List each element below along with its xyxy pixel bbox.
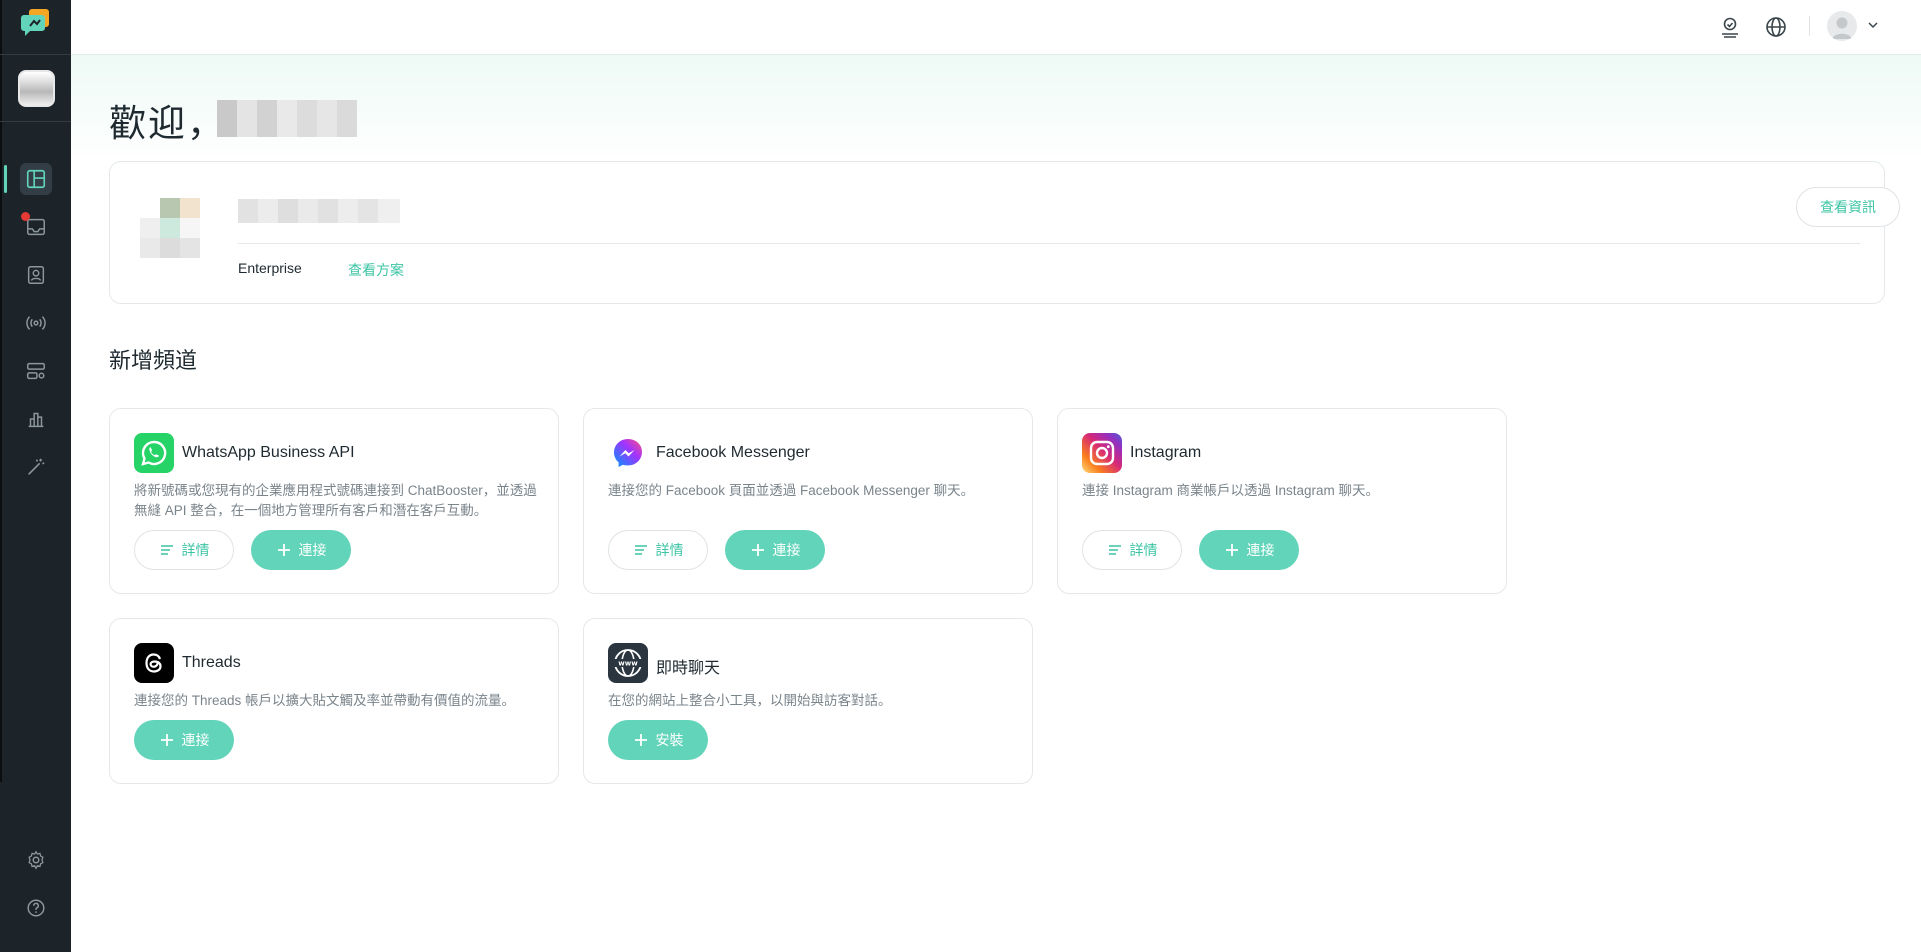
- www-globe-icon: www: [608, 643, 648, 683]
- top-bar-separator: [1809, 16, 1810, 36]
- channel-card-instagram: Instagram 連接 Instagram 商業帳戶以透過 Instagram…: [1057, 408, 1507, 594]
- details-label: 詳情: [655, 542, 684, 558]
- plus-icon: [633, 732, 649, 748]
- plan-label: Enterprise: [238, 260, 302, 276]
- channel-name: Instagram: [1130, 444, 1202, 461]
- welcome-heading: 歡迎，: [109, 103, 226, 144]
- organization-logo: [140, 198, 202, 260]
- plus-icon: [276, 542, 292, 558]
- channel-name: Facebook Messenger: [656, 444, 810, 461]
- connect-button[interactable]: 連接: [725, 530, 825, 570]
- install-label: 安裝: [655, 732, 684, 748]
- channel-name: Threads: [182, 654, 241, 671]
- help-icon: [27, 899, 45, 917]
- view-plan-link[interactable]: 查看方案: [348, 260, 404, 280]
- app-logo-icon[interactable]: [20, 6, 52, 38]
- add-channel-title: 新增頻道: [109, 348, 198, 373]
- sidebar-item-analytics[interactable]: [20, 403, 52, 435]
- plus-icon: [159, 732, 175, 748]
- channel-name: WhatsApp Business API: [182, 444, 355, 461]
- channel-description: 連接 Instagram 商業帳戶以透過 Instagram 聊天。: [1082, 483, 1380, 498]
- instagram-icon: [1082, 433, 1122, 473]
- agent-status-button[interactable]: [1715, 12, 1745, 42]
- organization-name-redacted: [238, 199, 400, 223]
- channel-name: 即時聊天: [656, 660, 721, 677]
- channel-card-messenger: Facebook Messenger 連接您的 Facebook 頁面並透過 F…: [583, 408, 1033, 594]
- details-button[interactable]: 詳情: [134, 530, 234, 570]
- user-avatar[interactable]: [1827, 11, 1857, 41]
- plus-icon: [1224, 542, 1240, 558]
- contacts-icon: [27, 266, 45, 284]
- magic-wand-icon: [28, 458, 45, 475]
- inbox-notification-badge: [21, 212, 30, 221]
- sidebar-item-automation[interactable]: [20, 355, 52, 387]
- list-icon: [1107, 542, 1123, 558]
- sidebar-item-dashboard[interactable]: [20, 163, 52, 195]
- details-label: 詳情: [1129, 542, 1158, 558]
- channel-description: 連接您的 Threads 帳戶以擴大貼文觸及率並帶動有價值的流量。: [134, 693, 516, 708]
- analytics-icon: [28, 412, 44, 428]
- organization-card: Enterprise 查看方案 查看資訊: [109, 161, 1900, 304]
- view-info-button[interactable]: 查看資訊: [1796, 187, 1900, 227]
- sidebar-item-ai-tools[interactable]: [20, 451, 52, 483]
- channel-card-live-chat: www 即時聊天 在您的網站上整合小工具，以開始與訪客對話。 安裝: [583, 618, 1033, 784]
- connect-button[interactable]: 連接: [1199, 530, 1299, 570]
- channel-card-whatsapp: WhatsApp Business API 將新號碼或您現有的企業應用程式號碼連…: [109, 408, 559, 594]
- sidebar-divider: [0, 121, 71, 122]
- gear-icon: [28, 850, 44, 870]
- sidebar-edge: [0, 0, 2, 782]
- main-content: 歡迎， Enterprise 查看方案 查看資訊 新增頻道 WhatsApp B…: [71, 55, 1921, 952]
- install-button[interactable]: 安裝: [608, 720, 708, 760]
- sidebar: [0, 0, 71, 952]
- details-button[interactable]: 詳情: [1082, 530, 1182, 570]
- messenger-icon: [608, 433, 648, 473]
- agent-status-icon: [1722, 17, 1738, 38]
- dashboard-icon: [26, 169, 46, 189]
- sidebar-item-help[interactable]: [20, 892, 52, 924]
- divider: [238, 243, 1860, 244]
- language-button[interactable]: [1761, 12, 1791, 42]
- list-icon: [159, 542, 175, 558]
- details-label: 詳情: [181, 542, 210, 558]
- channel-card-threads: Threads 連接您的 Threads 帳戶以擴大貼文觸及率並帶動有價值的流量…: [109, 618, 559, 784]
- threads-icon: [134, 643, 174, 683]
- sidebar-item-contacts[interactable]: [20, 259, 52, 291]
- user-name-redacted: [217, 100, 357, 137]
- workspace-avatar[interactable]: [18, 70, 55, 107]
- channel-description: 連接您的 Facebook 頁面並透過 Facebook Messenger 聊…: [608, 483, 975, 498]
- active-indicator: [4, 165, 7, 193]
- details-button[interactable]: 詳情: [608, 530, 708, 570]
- connect-button[interactable]: 連接: [251, 530, 351, 570]
- connect-label: 連接: [181, 732, 210, 748]
- top-bar: [71, 0, 1921, 55]
- broadcast-icon: [26, 316, 46, 330]
- channel-description: 在您的網站上整合小工具，以開始與訪客對話。: [608, 693, 892, 708]
- globe-icon: [1766, 17, 1786, 37]
- connect-button[interactable]: 連接: [134, 720, 234, 760]
- connect-label: 連接: [772, 542, 801, 558]
- sidebar-item-settings[interactable]: [20, 844, 52, 876]
- plus-icon: [750, 542, 766, 558]
- whatsapp-icon: [134, 433, 174, 473]
- list-icon: [633, 542, 649, 558]
- user-menu-toggle[interactable]: [1862, 14, 1884, 36]
- svg-text:www: www: [618, 660, 638, 668]
- channel-description: 將新號碼或您現有的企業應用程式號碼連接到 ChatBooster，並透過無縫 A…: [134, 483, 537, 518]
- user-avatar-icon: [1832, 17, 1852, 39]
- connect-label: 連接: [298, 542, 327, 558]
- chevron-down-icon: [1868, 22, 1878, 29]
- connect-label: 連接: [1246, 542, 1275, 558]
- automation-icon: [27, 362, 45, 380]
- sidebar-item-broadcast[interactable]: [20, 307, 52, 339]
- sidebar-divider: [0, 54, 71, 55]
